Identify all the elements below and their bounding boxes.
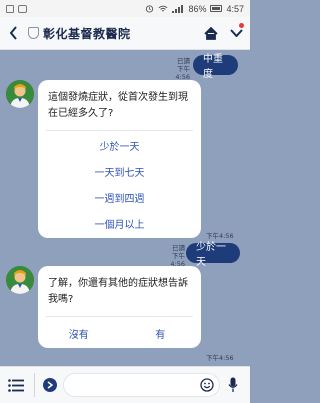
microphone-button[interactable]	[222, 373, 244, 397]
battery-icon	[210, 5, 223, 12]
chevron-right-icon	[47, 381, 53, 389]
question-card: 這個發燒症狀，從首次發生到現在已經多久了? 少於一天 一天到七天 一週到四週 一…	[38, 80, 201, 238]
alarm-icon	[146, 5, 154, 13]
menu-toggle-button[interactable]	[6, 375, 26, 395]
chevron-left-icon	[9, 26, 17, 40]
home-icon	[204, 26, 218, 40]
notification-dot	[239, 22, 244, 28]
read-receipt: 已讀 下午4:56	[170, 244, 185, 268]
option-one-to-seven-days[interactable]: 一天到七天	[38, 161, 201, 187]
bot-avatar	[6, 266, 34, 294]
option-one-to-four-weeks[interactable]: 一週到四週	[38, 187, 201, 213]
outgoing-message: 少於一天	[186, 242, 240, 268]
divider	[34, 373, 35, 397]
option-over-one-month[interactable]: 一個月以上	[38, 213, 201, 238]
emoji-icon	[200, 378, 214, 392]
microphone-icon	[228, 377, 238, 392]
divider	[46, 130, 193, 131]
expand-button[interactable]	[43, 378, 57, 392]
bot-avatar	[6, 80, 34, 108]
input-bar	[0, 366, 250, 403]
shield-icon	[28, 27, 39, 39]
usb-icon	[6, 4, 14, 13]
question-text: 了解，你還有其他的症狀想告訴我嗎?	[48, 278, 188, 305]
doctor-avatar-icon	[6, 266, 34, 294]
chat-title: 彰化基督教醫院	[43, 26, 131, 41]
message-input[interactable]	[63, 373, 220, 397]
option-less-than-one-day[interactable]: 少於一天	[38, 135, 201, 161]
wifi-icon	[158, 5, 168, 11]
chevron-down-icon	[229, 29, 243, 37]
read-receipt: 已讀 下午4:56	[175, 57, 190, 81]
option-yes[interactable]: 有	[120, 317, 202, 348]
option-no[interactable]: 沒有	[38, 317, 120, 348]
battery-percent: 86%	[188, 3, 207, 14]
list-menu-icon	[8, 378, 24, 392]
image-icon	[18, 4, 27, 13]
home-button[interactable]	[200, 17, 222, 50]
chat-header: 彰化基督教醫院	[0, 17, 250, 50]
menu-button[interactable]	[222, 17, 250, 50]
status-bar: 86% 4:57	[0, 0, 250, 17]
message-time: 下午4:56	[206, 354, 234, 362]
outgoing-message: 中重度	[193, 54, 238, 80]
back-button[interactable]	[0, 17, 26, 50]
question-card: 了解，你還有其他的症狀想告訴我嗎? 沒有 有	[38, 266, 201, 348]
question-text: 這個發燒症狀，從首次發生到現在已經多久了?	[48, 92, 188, 119]
clock: 4:57	[226, 3, 244, 14]
emoji-button[interactable]	[199, 377, 215, 393]
doctor-avatar-icon	[6, 80, 34, 108]
signal-icon	[172, 4, 184, 13]
